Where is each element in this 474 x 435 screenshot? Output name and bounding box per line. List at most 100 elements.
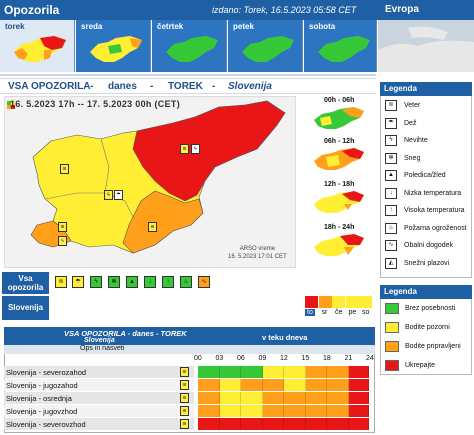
time-cell <box>305 379 327 391</box>
timeline-day-color[interactable] <box>359 296 372 308</box>
color-swatch <box>385 322 399 333</box>
time-cell <box>284 366 306 378</box>
timeline-day-color[interactable] <box>305 296 318 308</box>
time-cell <box>305 366 327 378</box>
slovenia-thumb-sobota <box>318 36 370 62</box>
slovenia-thumb-petek <box>242 36 294 62</box>
top-bar: Opozorila izdano: Torek, 16.5.2023 05:58… <box>0 0 474 20</box>
legend-item: ↓ Nizka temperatura <box>383 186 471 201</box>
legend-item: ≋ Veter <box>383 98 471 113</box>
time-cell <box>327 405 349 417</box>
row-label[interactable]: Slovenija - jugovzhod <box>6 407 77 416</box>
hour-label: 06 <box>237 355 245 362</box>
hour-label: 21 <box>344 355 353 362</box>
time-cell <box>241 379 263 391</box>
mini-map-06-12[interactable]: 06h - 12h <box>302 137 374 175</box>
thunder-icon[interactable]: ϟ <box>90 276 102 288</box>
time-cell <box>284 405 306 417</box>
wind-icon: ≋ <box>385 100 397 111</box>
thunder-icon: ϟ <box>385 135 397 146</box>
time-cell <box>305 392 327 404</box>
time-cell <box>348 418 369 430</box>
timeline-day-label[interactable]: sr <box>322 309 328 316</box>
region-label-slovenija[interactable]: Slovenija <box>2 296 49 320</box>
all-warnings-label[interactable]: Vsa opozorila <box>2 272 49 294</box>
wind-icon: ≋ <box>148 222 157 232</box>
fire-icon: ♨ <box>385 222 397 234</box>
color-legend-item: Brez posebnosti <box>383 300 471 316</box>
color-swatch <box>385 341 399 352</box>
fire-icon[interactable]: ♨ <box>180 276 192 288</box>
thunder-icon: ϟ <box>104 190 113 200</box>
timeline-day-color[interactable] <box>332 296 345 308</box>
avalanche-icon: ◭ <box>385 257 397 269</box>
timeline-day-label[interactable]: to <box>305 309 315 316</box>
row-label[interactable]: Slovenija - severozahod <box>6 368 86 377</box>
tab-sobota[interactable]: sobota <box>304 20 377 72</box>
row-label[interactable]: Slovenija - severovzhod <box>6 420 86 429</box>
tab-cetrtek[interactable]: četrtek <box>152 20 227 72</box>
time-cell <box>219 405 241 417</box>
wind-icon[interactable]: ≋ <box>180 367 189 377</box>
hour-label: 15 <box>301 355 310 362</box>
row-label[interactable]: Slovenija - jugozahod <box>6 381 78 390</box>
time-cell <box>219 418 241 430</box>
timeline-day-label[interactable]: so <box>362 309 369 316</box>
legend-item: ♨ Požarna ogroženost <box>383 221 471 236</box>
divider <box>0 74 376 76</box>
legend-item: ∿ Obalni dogodek <box>383 238 471 253</box>
time-cell <box>262 366 284 378</box>
wind-icon[interactable]: ≋ <box>180 393 189 403</box>
slovenia-thumb-sreda <box>90 36 142 62</box>
high-temp-icon[interactable]: ↑ <box>162 276 174 288</box>
rain-icon[interactable]: ☂ <box>72 276 84 288</box>
time-cell <box>327 379 349 391</box>
tab-torek[interactable]: torek <box>0 20 75 72</box>
coastal-icon: ∿ <box>58 236 67 246</box>
time-cell <box>198 392 220 404</box>
timeline-day-label[interactable]: če <box>335 309 342 316</box>
slovenia-warning-map[interactable] <box>4 96 296 268</box>
snow-icon[interactable]: ✻ <box>108 276 120 288</box>
rain-icon: ☂ <box>385 117 397 129</box>
hour-label: 09 <box>258 355 267 362</box>
hour-label: 24 <box>366 355 374 362</box>
time-cell <box>262 379 284 391</box>
ice-icon[interactable]: ▲ <box>126 276 138 288</box>
legend-item: ϟ Nevihte <box>383 133 471 148</box>
mini-map-12-18[interactable]: 12h - 18h <box>302 180 374 218</box>
row-label[interactable]: Slovenija - osrednja <box>6 394 72 403</box>
slovenia-thumb-torek <box>14 36 66 62</box>
low-temp-icon[interactable]: ↓ <box>144 276 156 288</box>
time-cell <box>198 379 220 391</box>
timeline-day-label[interactable]: pe <box>349 309 357 316</box>
map-title: 16. 5.2023 17h -- 17. 5.2023 00h (CET) <box>10 99 180 109</box>
mini-map-18-24[interactable]: 18h - 24h <box>302 223 374 261</box>
wind-icon[interactable]: ≋ <box>55 276 67 288</box>
europe-map-thumb[interactable] <box>378 20 474 72</box>
coastal-icon[interactable]: ∿ <box>198 276 210 288</box>
legend-item: ▲ Poledica/žled <box>383 168 471 183</box>
europe-label[interactable]: Evropa <box>385 4 419 15</box>
time-cell <box>284 392 306 404</box>
mini-map-00-06[interactable]: 00h - 06h <box>302 96 374 134</box>
tab-sreda[interactable]: sreda <box>76 20 151 72</box>
time-cell <box>219 392 241 404</box>
time-cell <box>327 418 349 430</box>
wind-icon[interactable]: ≋ <box>180 406 189 416</box>
time-cell <box>305 418 327 430</box>
wind-icon[interactable]: ≋ <box>180 419 189 429</box>
snow-icon: ✻ <box>385 152 397 164</box>
timeline-day-color[interactable] <box>345 296 359 308</box>
wind-icon[interactable]: ≋ <box>180 380 189 390</box>
time-cell <box>327 392 349 404</box>
color-swatch <box>385 303 399 314</box>
time-cell <box>241 418 263 430</box>
timeline-day-color[interactable] <box>318 296 332 308</box>
table-header: VSA OPOZORILA - danes - TOREK Slovenija … <box>4 327 375 345</box>
table-subheader: Ops in nasveti <box>4 345 375 354</box>
tab-petek[interactable]: petek <box>228 20 303 72</box>
thunder-icon: ϟ <box>191 144 200 154</box>
rain-icon: ☂ <box>114 190 123 200</box>
legend-item: ☂ Dež <box>383 116 471 131</box>
